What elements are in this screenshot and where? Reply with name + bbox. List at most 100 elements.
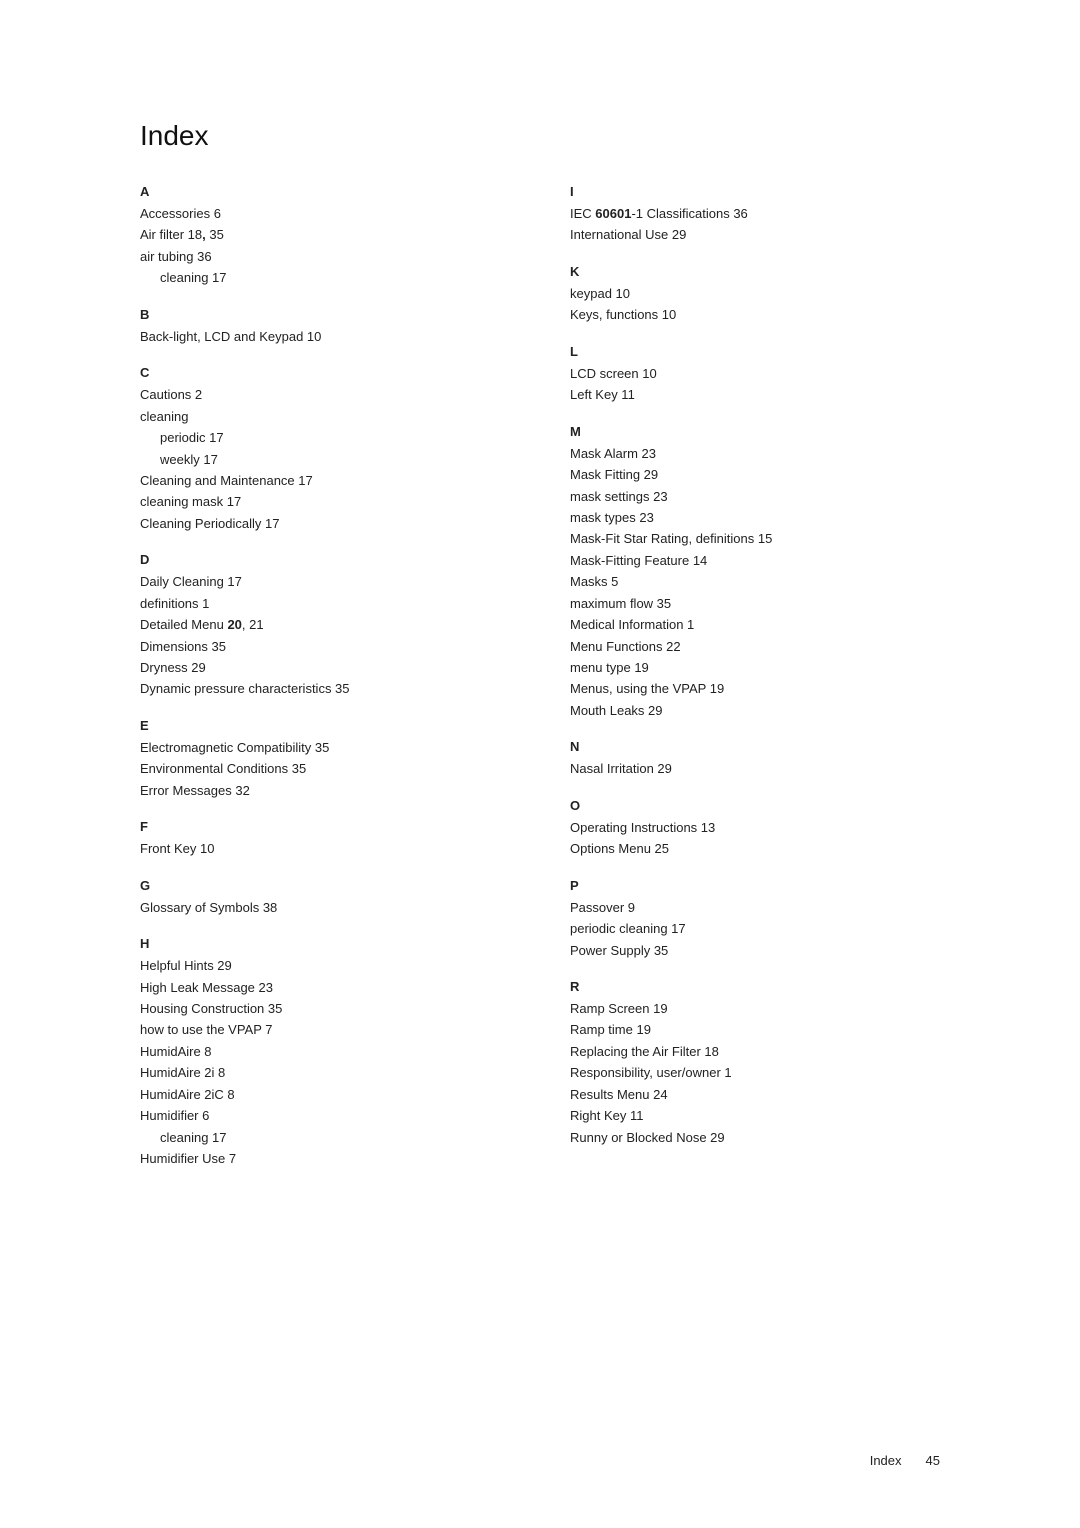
page-title: Index — [140, 120, 940, 152]
letter-o: O — [570, 798, 940, 813]
item-masks: Masks 5 — [570, 574, 618, 589]
letter-l: L — [570, 344, 940, 359]
item-high-leak: High Leak Message 23 — [140, 980, 273, 995]
item-runny-nose: Runny or Blocked Nose 29 — [570, 1130, 725, 1145]
item-menu-functions: Menu Functions 22 — [570, 639, 681, 654]
section-i-items: IEC 60601-1 Classifications 36 Internati… — [570, 203, 940, 246]
item-international-use: International Use 29 — [570, 227, 686, 242]
item-medical-info: Medical Information 1 — [570, 617, 694, 632]
letter-p: P — [570, 878, 940, 893]
item-cleaning-mask: cleaning mask 17 — [140, 494, 241, 509]
section-c-items: Cautions 2 cleaning periodic 17 weekly 1… — [140, 384, 510, 534]
item-humidaire-2i: HumidAire 2i 8 — [140, 1065, 225, 1080]
item-right-key: Right Key 11 — [570, 1108, 643, 1123]
item-dimensions: Dimensions 35 — [140, 639, 226, 654]
index-columns: A Accessories 6 Air filter 18, 35 air tu… — [140, 184, 940, 1187]
section-a-items: Accessories 6 Air filter 18, 35 air tubi… — [140, 203, 510, 289]
item-maximum-flow: maximum flow 35 — [570, 596, 671, 611]
section-r: R Ramp Screen 19 Ramp time 19 Replacing … — [570, 979, 940, 1148]
item-front-key: Front Key 10 — [140, 841, 214, 856]
section-i: I IEC 60601-1 Classifications 36 Interna… — [570, 184, 940, 246]
item-glossary: Glossary of Symbols 38 — [140, 900, 277, 915]
item-replacing-filter: Replacing the Air Filter 18 — [570, 1044, 719, 1059]
section-n-items: Nasal Irritation 29 — [570, 758, 940, 779]
item-housing: Housing Construction 35 — [140, 1001, 282, 1016]
item-ramp-time: Ramp time 19 — [570, 1022, 651, 1037]
section-g: G Glossary of Symbols 38 — [140, 878, 510, 918]
item-mask-settings: mask settings 23 — [570, 489, 668, 504]
item-cleaning: cleaning — [140, 409, 188, 424]
item-humidifier-cleaning: cleaning 17 — [140, 1127, 510, 1148]
letter-e: E — [140, 718, 510, 733]
item-dynamic-pressure: Dynamic pressure characteristics 35 — [140, 681, 350, 696]
item-humidifier-use: Humidifier Use 7 — [140, 1151, 236, 1166]
letter-c: C — [140, 365, 510, 380]
section-l: L LCD screen 10 Left Key 11 — [570, 344, 940, 406]
section-m: M Mask Alarm 23 Mask Fitting 29 mask set… — [570, 424, 940, 722]
item-results-menu: Results Menu 24 — [570, 1087, 668, 1102]
item-periodic-cleaning: periodic cleaning 17 — [570, 921, 686, 936]
letter-k: K — [570, 264, 940, 279]
item-humidaire: HumidAire 8 — [140, 1044, 212, 1059]
letter-i: I — [570, 184, 940, 199]
item-nasal-irritation: Nasal Irritation 29 — [570, 761, 672, 776]
section-h: H Helpful Hints 29 High Leak Message 23 … — [140, 936, 510, 1169]
item-cleaning-weekly: weekly 17 — [140, 449, 510, 470]
item-mouth-leaks: Mouth Leaks 29 — [570, 703, 663, 718]
section-r-items: Ramp Screen 19 Ramp time 19 Replacing th… — [570, 998, 940, 1148]
item-error-messages: Error Messages 32 — [140, 783, 250, 798]
item-mask-fitting: Mask Fitting 29 — [570, 467, 658, 482]
item-environmental: Environmental Conditions 35 — [140, 761, 306, 776]
section-d-items: Daily Cleaning 17 definitions 1 Detailed… — [140, 571, 510, 700]
item-lcd-screen: LCD screen 10 — [570, 366, 657, 381]
footer-page: 45 — [926, 1453, 940, 1468]
section-d: D Daily Cleaning 17 definitions 1 Detail… — [140, 552, 510, 700]
section-o: O Operating Instructions 13 Options Menu… — [570, 798, 940, 860]
section-h-items: Helpful Hints 29 High Leak Message 23 Ho… — [140, 955, 510, 1169]
item-backlight: Back-light, LCD and Keypad 10 — [140, 329, 321, 344]
item-helpful-hints: Helpful Hints 29 — [140, 958, 232, 973]
section-k-items: keypad 10 Keys, functions 10 — [570, 283, 940, 326]
section-p: P Passover 9 periodic cleaning 17 Power … — [570, 878, 940, 961]
letter-m: M — [570, 424, 940, 439]
item-humidifier: Humidifier 6 — [140, 1108, 209, 1123]
item-daily-cleaning: Daily Cleaning 17 — [140, 574, 242, 589]
section-k: K keypad 10 Keys, functions 10 — [570, 264, 940, 326]
section-f: F Front Key 10 — [140, 819, 510, 859]
item-dryness: Dryness 29 — [140, 660, 206, 675]
section-b: B Back-light, LCD and Keypad 10 — [140, 307, 510, 347]
footer-label: Index — [870, 1453, 902, 1468]
section-g-items: Glossary of Symbols 38 — [140, 897, 510, 918]
page-footer: Index 45 — [870, 1453, 940, 1468]
item-iec: IEC 60601-1 Classifications 36 — [570, 206, 748, 221]
letter-h: H — [140, 936, 510, 951]
item-mask-types: mask types 23 — [570, 510, 654, 525]
letter-b: B — [140, 307, 510, 322]
item-left-key: Left Key 11 — [570, 387, 635, 402]
item-menu-type: menu type 19 — [570, 660, 649, 675]
item-ramp-screen: Ramp Screen 19 — [570, 1001, 668, 1016]
section-e: E Electromagnetic Compatibility 35 Envir… — [140, 718, 510, 801]
left-column: A Accessories 6 Air filter 18, 35 air tu… — [140, 184, 510, 1187]
item-definitions: definitions 1 — [140, 596, 209, 611]
letter-a: A — [140, 184, 510, 199]
item-cleaning-periodically: Cleaning Periodically 17 — [140, 516, 279, 531]
item-keys-functions: Keys, functions 10 — [570, 307, 676, 322]
item-accessories: Accessories 6 — [140, 206, 221, 221]
item-emc: Electromagnetic Compatibility 35 — [140, 740, 329, 755]
letter-g: G — [140, 878, 510, 893]
letter-d: D — [140, 552, 510, 567]
item-operating-instructions: Operating Instructions 13 — [570, 820, 715, 835]
section-e-items: Electromagnetic Compatibility 35 Environ… — [140, 737, 510, 801]
letter-f: F — [140, 819, 510, 834]
item-air-tubing-cleaning: cleaning 17 — [140, 267, 510, 288]
item-cleaning-periodic: periodic 17 — [140, 427, 510, 448]
letter-n: N — [570, 739, 940, 754]
section-b-items: Back-light, LCD and Keypad 10 — [140, 326, 510, 347]
page: Index A Accessories 6 Air filter 18, 35 … — [0, 0, 1080, 1287]
item-humidaire-2ic: HumidAire 2iC 8 — [140, 1087, 235, 1102]
item-cautions: Cautions 2 — [140, 387, 202, 402]
item-how-to-use: how to use the VPAP 7 — [140, 1022, 273, 1037]
item-options-menu: Options Menu 25 — [570, 841, 669, 856]
letter-r: R — [570, 979, 940, 994]
